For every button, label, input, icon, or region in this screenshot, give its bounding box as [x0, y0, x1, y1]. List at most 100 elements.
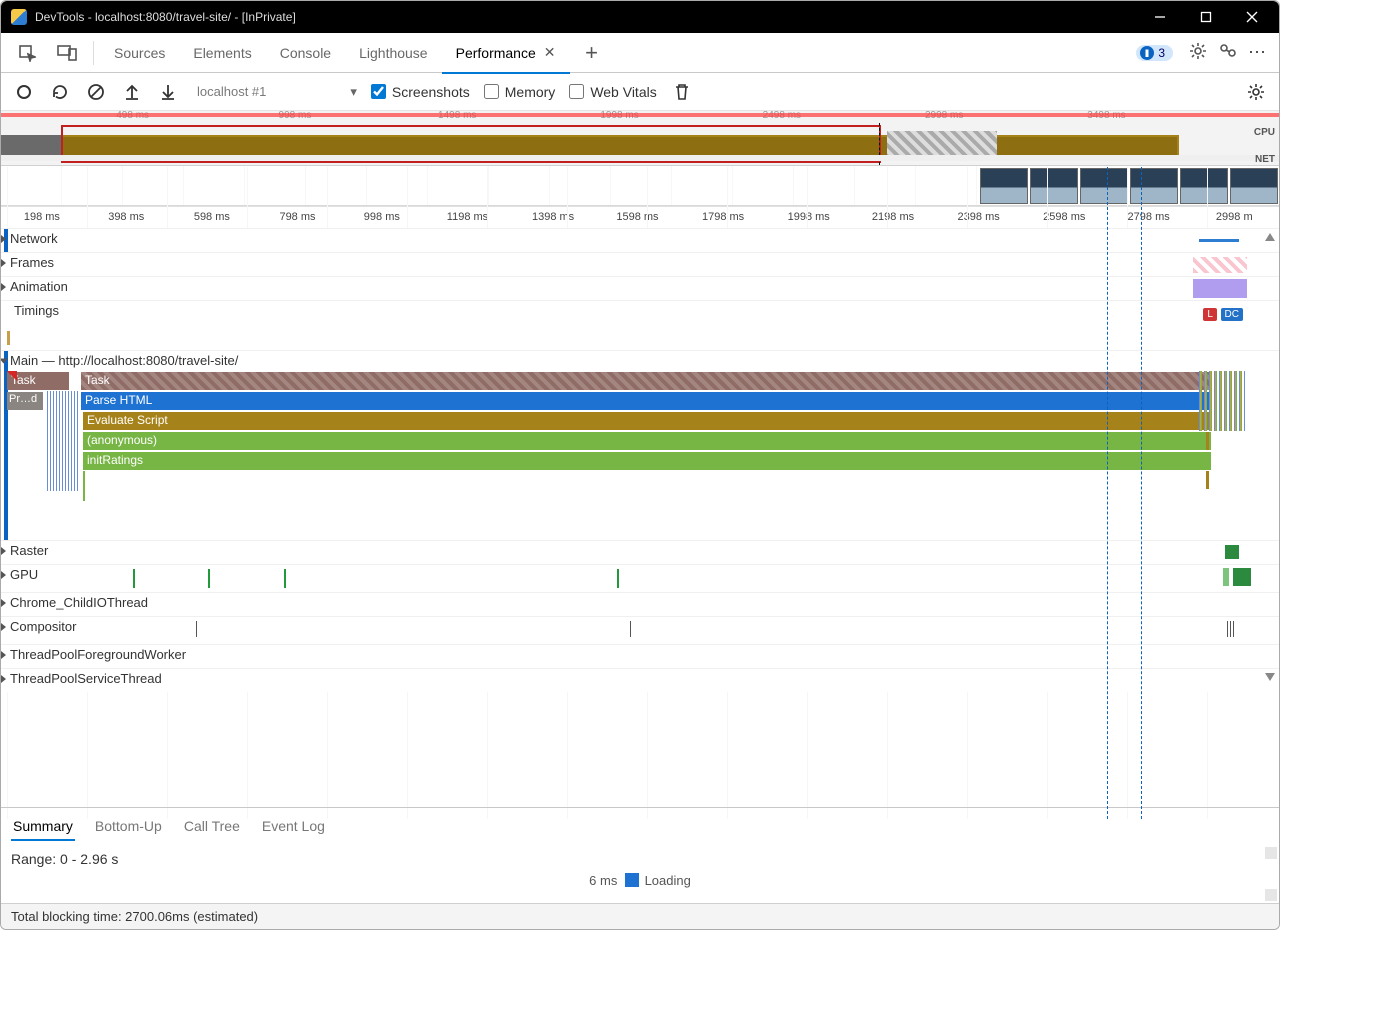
- scroll-down-icon[interactable]: [1265, 673, 1275, 681]
- track-label: ThreadPoolServiceThread: [10, 671, 162, 686]
- timing-badge-L[interactable]: L: [1203, 308, 1217, 321]
- overview-net-label: NET: [1255, 154, 1275, 165]
- overview-cpu-idle: [1, 135, 61, 157]
- app-icon: [11, 9, 27, 25]
- devtools-tabstrip: Sources Elements Console Lighthouse Perf…: [1, 33, 1279, 73]
- track-compositor[interactable]: Compositor: [1, 616, 1279, 644]
- track-threadpool-svc[interactable]: ThreadPoolServiceThread: [1, 668, 1279, 692]
- flame-hairlines: [47, 391, 79, 411]
- expand-caret-icon[interactable]: [1, 599, 6, 607]
- window-maximize-button[interactable]: [1183, 1, 1229, 33]
- compositor-mark: [196, 621, 197, 637]
- tab-summary[interactable]: Summary: [11, 812, 75, 840]
- overview-timeline[interactable]: 498 ms 998 ms 1498 ms 1998 ms 2498 ms 29…: [1, 111, 1279, 166]
- device-toggle-icon[interactable]: [47, 33, 87, 73]
- track-animation[interactable]: Animation: [1, 276, 1279, 300]
- gpu-mark: [284, 569, 286, 588]
- flame-event[interactable]: Pr…d: [7, 392, 43, 410]
- close-tab-icon[interactable]: ✕: [544, 44, 556, 61]
- track-raster[interactable]: Raster: [1, 540, 1279, 564]
- overview-net-track: [1, 155, 1279, 161]
- expand-caret-icon[interactable]: [1, 675, 6, 683]
- tab-calltree[interactable]: Call Tree: [182, 812, 242, 840]
- expand-caret-icon[interactable]: [1, 283, 6, 291]
- screenshot-filmstrip[interactable]: [1, 166, 1279, 206]
- tab-elements[interactable]: Elements: [179, 33, 265, 73]
- issues-button[interactable]: 3: [1136, 45, 1173, 61]
- screenshot-thumb[interactable]: [1180, 168, 1228, 204]
- expand-caret-icon[interactable]: [1, 235, 6, 243]
- trash-button[interactable]: [671, 81, 693, 103]
- scroll-down-icon[interactable]: [1265, 889, 1277, 901]
- screenshot-thumb[interactable]: [1230, 168, 1278, 204]
- tab-label: Console: [280, 45, 331, 61]
- tab-label: Lighthouse: [359, 45, 428, 61]
- track-threadpool-fg[interactable]: ThreadPoolForegroundWorker: [1, 644, 1279, 668]
- track-childio[interactable]: Chrome_ChildIOThread: [1, 592, 1279, 616]
- legend-swatch-loading: [625, 873, 639, 887]
- activity-icon[interactable]: [1213, 42, 1243, 63]
- gpu-block[interactable]: [1233, 568, 1251, 586]
- clear-button[interactable]: [85, 81, 107, 103]
- flame-anonymous[interactable]: (anonymous): [83, 432, 1211, 450]
- expand-caret-icon[interactable]: [1, 571, 6, 579]
- flame-hairlines: [47, 411, 79, 431]
- track-gpu[interactable]: GPU: [1, 564, 1279, 592]
- summary-range: Range: 0 - 2.96 s: [1, 843, 1279, 873]
- flame-microtasks: [1199, 411, 1245, 431]
- expand-caret-icon[interactable]: [1, 651, 6, 659]
- expand-caret-icon[interactable]: [1, 623, 6, 631]
- gpu-block[interactable]: [1223, 568, 1229, 586]
- screenshot-thumb[interactable]: [980, 168, 1028, 204]
- tab-console[interactable]: Console: [266, 33, 345, 73]
- collapse-caret-icon[interactable]: [1, 358, 8, 363]
- timeline-ruler[interactable]: 198 ms398 ms 598 ms798 ms 998 ms1198 ms …: [1, 206, 1279, 228]
- timeline-tracks[interactable]: Network Frames Animation Timings L DC Ma…: [1, 228, 1279, 692]
- expand-caret-icon[interactable]: [1, 259, 6, 267]
- more-menu-icon[interactable]: ⋯: [1243, 42, 1273, 63]
- add-tab-button[interactable]: +: [578, 40, 606, 66]
- sessions-select[interactable]: localhost #1: [197, 84, 266, 99]
- tab-eventlog[interactable]: Event Log: [260, 812, 327, 840]
- upload-profile-button[interactable]: [121, 81, 143, 103]
- tab-sources[interactable]: Sources: [100, 33, 179, 73]
- raster-block[interactable]: [1225, 545, 1239, 559]
- webvitals-checkbox[interactable]: Web Vitals: [569, 84, 656, 100]
- scroll-up-icon[interactable]: [1265, 847, 1277, 859]
- settings-gear-icon[interactable]: [1183, 42, 1213, 63]
- capture-settings-gear-icon[interactable]: [1245, 81, 1267, 103]
- flame-hairlines: [47, 471, 79, 491]
- flame-evaluate-script[interactable]: Evaluate Script: [83, 412, 1211, 430]
- track-frames[interactable]: Frames: [1, 252, 1279, 276]
- compositor-mark: [630, 621, 631, 637]
- track-main[interactable]: Main — http://localhost:8080/travel-site…: [1, 350, 1279, 540]
- chevron-down-icon[interactable]: ▾: [350, 84, 357, 100]
- timing-badge-DC[interactable]: DC: [1221, 308, 1243, 321]
- screenshot-thumb[interactable]: [1130, 168, 1178, 204]
- reload-record-button[interactable]: [49, 81, 71, 103]
- gpu-mark: [133, 569, 135, 588]
- scroll-up-icon[interactable]: [1265, 233, 1275, 241]
- flame-initratings[interactable]: initRatings: [83, 452, 1211, 470]
- tab-bottomup[interactable]: Bottom-Up: [93, 812, 164, 840]
- track-network[interactable]: Network: [1, 228, 1279, 252]
- screenshots-checkbox[interactable]: Screenshots: [371, 84, 470, 100]
- details-scrollbar[interactable]: [1265, 847, 1277, 903]
- expand-caret-icon[interactable]: [1, 547, 6, 555]
- record-button[interactable]: [13, 81, 35, 103]
- download-profile-button[interactable]: [157, 81, 179, 103]
- tab-lighthouse[interactable]: Lighthouse: [345, 33, 442, 73]
- tab-performance[interactable]: Performance✕: [442, 33, 570, 73]
- screenshot-thumb[interactable]: [1080, 168, 1128, 204]
- window-close-button[interactable]: [1229, 1, 1275, 33]
- details-tabstrip: Summary Bottom-Up Call Tree Event Log: [1, 807, 1279, 843]
- overview-longtask-bar: [1, 113, 1279, 117]
- flame-parse-html[interactable]: Parse HTML: [81, 392, 1211, 410]
- issues-count: 3: [1158, 46, 1165, 60]
- track-timings[interactable]: Timings L DC: [1, 300, 1279, 350]
- inspect-element-icon[interactable]: [7, 33, 47, 73]
- screenshot-thumb[interactable]: [1030, 168, 1078, 204]
- memory-checkbox[interactable]: Memory: [484, 84, 556, 100]
- flame-task[interactable]: Task: [81, 372, 1211, 390]
- window-minimize-button[interactable]: [1137, 1, 1183, 33]
